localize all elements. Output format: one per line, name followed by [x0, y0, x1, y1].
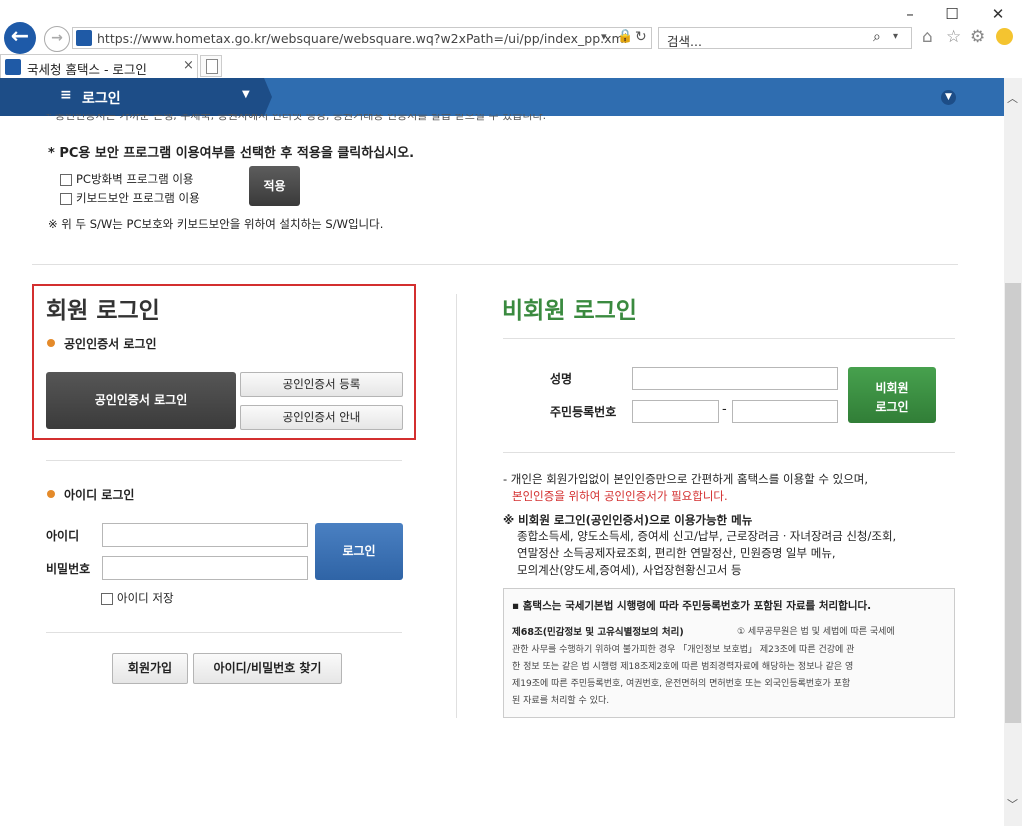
legal-text-line: 된 자료를 처리할 수 있다.: [512, 696, 610, 706]
rrn-dash: -: [722, 402, 727, 417]
chevron-down-icon: ▼: [242, 89, 250, 100]
divider: [503, 338, 955, 339]
tab-title: 국세청 홈택스 - 로그인: [27, 62, 147, 77]
home-icon[interactable]: ⌂: [922, 27, 933, 47]
member-login-title: 회원 로그인: [46, 298, 160, 324]
rrn-front-input[interactable]: [632, 400, 719, 423]
lock-icon: 🔒: [617, 29, 634, 44]
scroll-up-icon[interactable]: ︿: [1007, 90, 1018, 106]
available-menu-line: 모의계산(양도세,증여세), 사업장현황신고서 등: [517, 563, 742, 577]
firewall-checkbox[interactable]: [60, 174, 72, 186]
new-tab-icon: [206, 59, 218, 74]
firewall-label: PC방화벽 프로그램 이용: [76, 172, 194, 186]
guest-login-label-2: 로그인: [875, 400, 909, 414]
security-instruction: * PC용 보안 프로그램 이용여부를 선택한 후 적용을 클릭하십시오.: [48, 146, 415, 161]
refresh-icon[interactable]: ↻: [635, 29, 647, 45]
minimize-button[interactable]: –: [898, 4, 922, 24]
browser-chrome: – ☐ ✕ ← → https://www.hometax.go.kr/webs…: [0, 0, 1022, 78]
cert-guide-button[interactable]: 공인인증서 안내: [240, 405, 403, 430]
address-bar[interactable]: https://www.hometax.go.kr/websquare/webs…: [72, 27, 652, 49]
id-section-title: 아이디 로그인: [64, 488, 135, 502]
rrn-back-input[interactable]: [732, 400, 838, 423]
legal-text-line: 한 정보 또는 같은 법 시행령 제18조제2호에 따른 범죄경력자료에 해당하…: [512, 662, 854, 672]
find-id-password-button[interactable]: 아이디/비밀번호 찾기: [193, 653, 342, 684]
arrow-left-icon: ←: [10, 24, 30, 49]
legal-text-line: 제19조에 따른 주민등록번호, 여권번호, 운전면허의 면허번호 또는 외국인…: [512, 679, 851, 689]
security-note: ※ 위 두 S/W는 PC보호와 키보드보안을 위하여 설치하는 S/W입니다.: [48, 217, 384, 231]
bullet-icon: [47, 490, 55, 498]
cert-required-note: 본인인증을 위하여 공인인증서가 필요합니다.: [512, 489, 728, 503]
apply-button[interactable]: 적용: [249, 166, 300, 206]
keyboard-security-checkbox[interactable]: [60, 193, 72, 205]
search-icon[interactable]: ⌕: [873, 29, 881, 45]
id-label: 아이디: [46, 529, 80, 543]
cut-off-notice: * 공인인증서는 가까운 은행, 우체국, 증권사에서 인터넷 뱅킹, 증권거래…: [46, 114, 547, 122]
cert-login-button[interactable]: 공인인증서 로그인: [46, 372, 236, 429]
hamburger-icon: ≡: [60, 87, 72, 103]
back-button[interactable]: ←: [4, 22, 36, 54]
signup-button[interactable]: 회원가입: [112, 653, 188, 684]
dropdown-arrow-icon[interactable]: ▾: [601, 30, 607, 43]
cert-register-button[interactable]: 공인인증서 등록: [240, 372, 403, 397]
id-login-button[interactable]: 로그인: [315, 523, 403, 580]
gear-icon[interactable]: ⚙: [970, 27, 985, 47]
divider: [32, 264, 958, 265]
menu-dropdown[interactable]: ≡ 로그인 ▼: [0, 78, 264, 116]
rrn-label: 주민등록번호: [550, 405, 617, 419]
expand-circle-icon[interactable]: ▼: [941, 90, 956, 105]
site-favicon-icon: [76, 30, 92, 46]
browser-search-input[interactable]: 검색... ⌕ ▾: [658, 27, 912, 49]
guest-login-label-1: 비회원: [875, 381, 909, 395]
close-tab-icon[interactable]: ×: [183, 58, 194, 73]
search-placeholder: 검색...: [667, 34, 702, 49]
scroll-down-icon[interactable]: ﹀: [1007, 796, 1018, 812]
scrollbar-thumb[interactable]: [1005, 283, 1021, 723]
column-divider: [456, 294, 457, 718]
chevron-down-icon[interactable]: ▾: [893, 31, 898, 42]
nav-arrow-shape: [264, 78, 272, 116]
available-menu-line: 연말정산 소득공제자료조회, 편리한 연말정산, 민원증명 일부 메뉴,: [517, 546, 836, 560]
menu-label: 로그인: [82, 91, 121, 107]
available-menu-line: 종합소득세, 양도소득세, 증여세 신고/납부, 근로장려금ㆍ자녀장려금 신청/…: [517, 529, 897, 543]
guest-description: - 개인은 회원가입없이 본인인증만으로 간편하게 홈택스를 이용할 수 있으며…: [503, 472, 869, 486]
save-id-checkbox[interactable]: [101, 593, 113, 605]
new-tab-button[interactable]: [200, 55, 222, 77]
maximize-button[interactable]: ☐: [940, 4, 964, 24]
favorites-star-icon[interactable]: ☆: [946, 27, 961, 47]
site-top-nav: ≡ 로그인 ▼ ▼: [0, 78, 1004, 116]
smiley-feedback-icon[interactable]: [996, 28, 1013, 45]
legal-notice-box: ▪ 홈택스는 국세기본법 시행령에 따라 주민등록번호가 포함된 자료를 처리합…: [503, 588, 955, 718]
name-label: 성명: [550, 372, 573, 386]
keyboard-security-label: 키보드보안 프로그램 이용: [76, 191, 200, 205]
divider: [46, 460, 402, 461]
legal-text-line: ① 세무공무원은 법 및 세법에 따른 국세에: [737, 627, 895, 637]
save-id-label: 아이디 저장: [117, 591, 174, 605]
available-menu-title: ※ 비회원 로그인(공인인증서)으로 이용가능한 메뉴: [503, 513, 753, 527]
legal-article-title: 제68조(민감정보 및 고유식별정보의 처리): [512, 627, 684, 638]
name-input[interactable]: [632, 367, 838, 390]
forward-button[interactable]: →: [44, 26, 70, 52]
legal-notice-title: ▪ 홈택스는 국세기본법 시행령에 따라 주민등록번호가 포함된 자료를 처리합…: [512, 600, 872, 612]
close-window-button[interactable]: ✕: [986, 4, 1010, 24]
browser-tab[interactable]: 국세청 홈택스 - 로그인 ×: [0, 54, 198, 78]
id-input[interactable]: [102, 523, 308, 547]
password-label: 비밀번호: [46, 562, 91, 576]
tab-favicon-icon: [5, 59, 21, 75]
divider: [503, 452, 955, 453]
divider: [46, 632, 402, 633]
password-input[interactable]: [102, 556, 308, 580]
guest-login-title: 비회원 로그인: [502, 298, 637, 324]
url-text: https://www.hometax.go.kr/websquare/webs…: [97, 31, 628, 46]
bullet-icon: [47, 339, 55, 347]
guest-login-button[interactable]: 비회원 로그인: [848, 367, 936, 423]
cert-section-title: 공인인증서 로그인: [64, 337, 157, 351]
arrow-right-icon: →: [51, 30, 63, 46]
legal-text-line: 관한 사무를 수행하기 위하여 불가피한 경우 「개인정보 보호법」 제23조에…: [512, 645, 855, 655]
